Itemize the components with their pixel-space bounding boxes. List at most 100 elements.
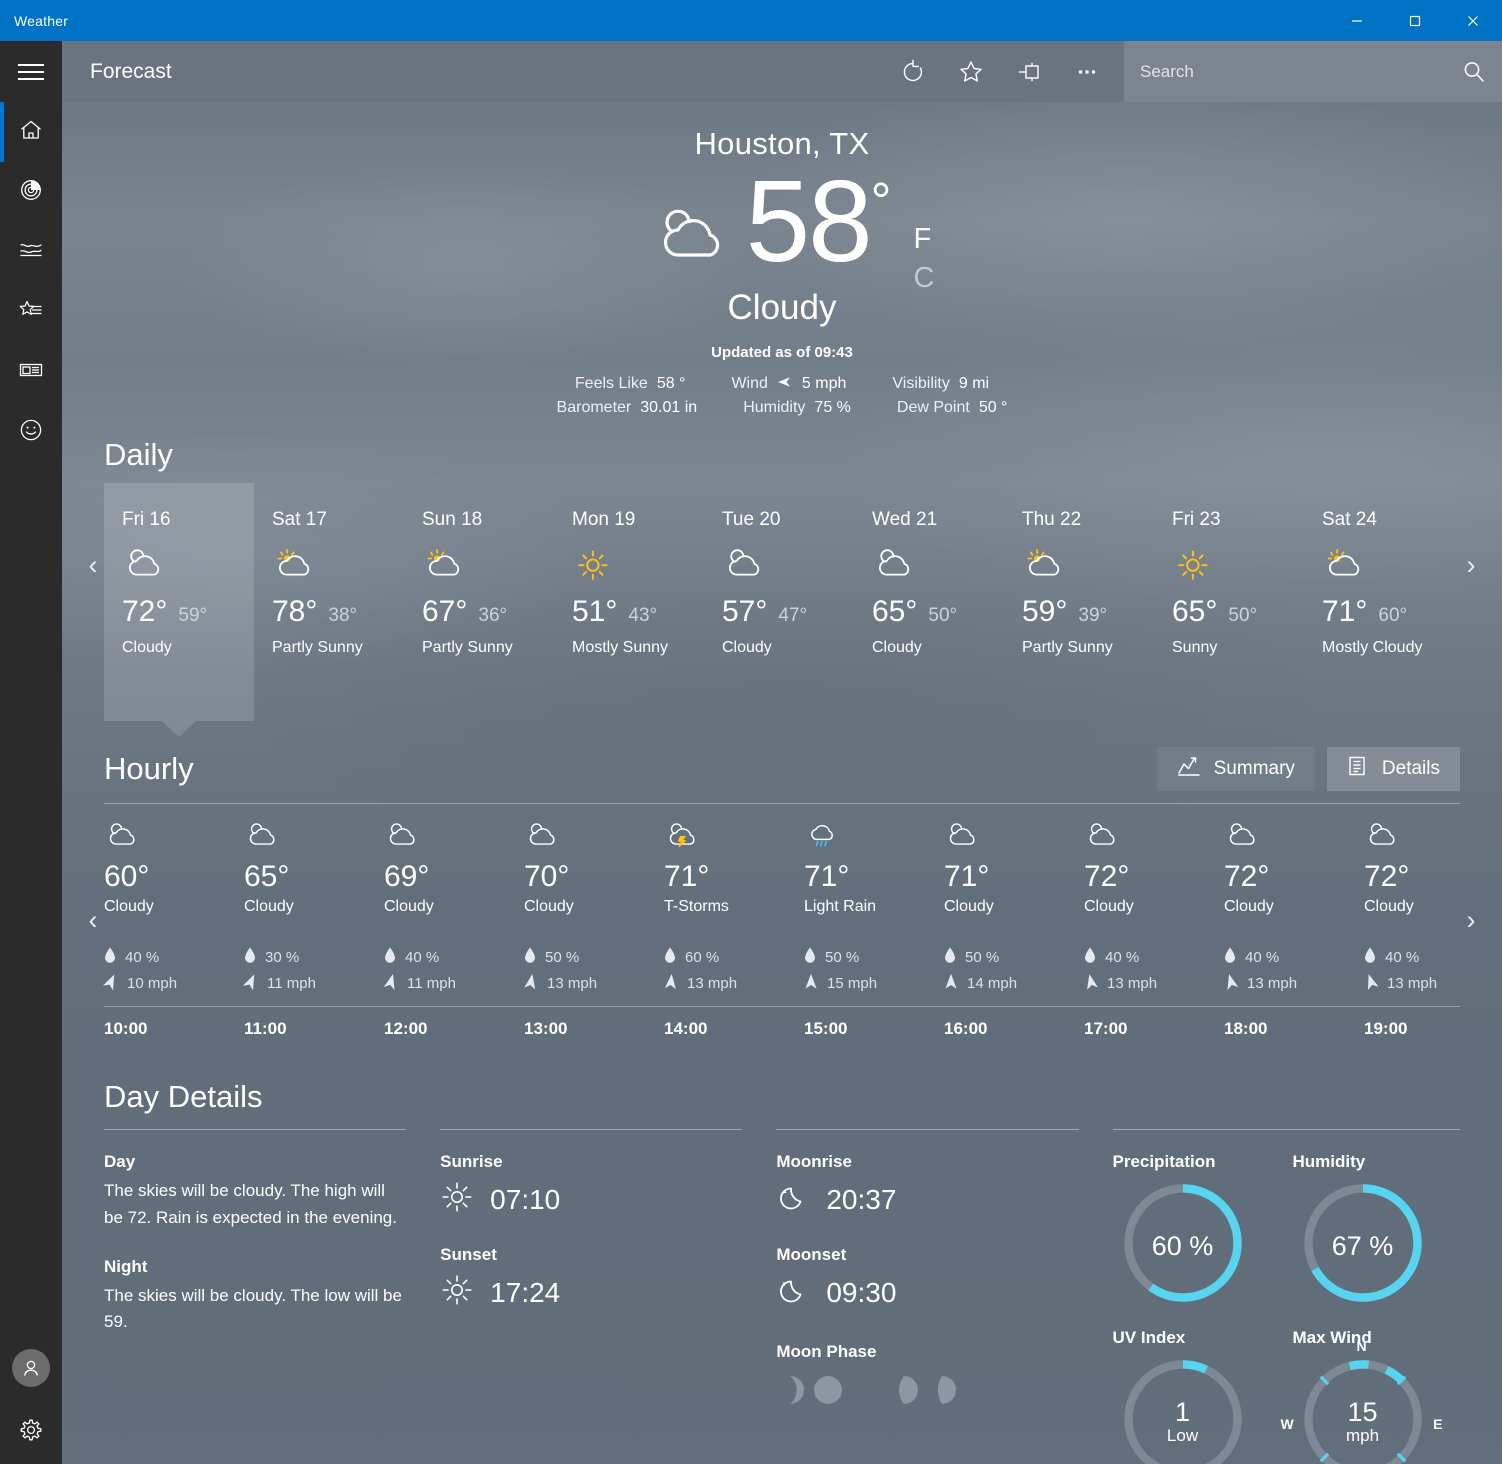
day-details-narrative-column: Day The skies will be cloudy. The high w… bbox=[104, 1129, 407, 1464]
daily-card[interactable]: Fri 16 72° 59° Cloudy bbox=[104, 483, 254, 738]
daily-high: 57° bbox=[722, 595, 768, 629]
hourly-precipitation: 50 % bbox=[524, 944, 664, 970]
current-conditions: 58 ° F C bbox=[62, 156, 1502, 298]
wind-direction-icon bbox=[1084, 973, 1098, 994]
hourly-wind: 15 mph bbox=[804, 970, 944, 996]
search-box[interactable] bbox=[1124, 41, 1502, 102]
daily-card[interactable]: Tue 20 57° 47° Cloudy bbox=[704, 483, 854, 721]
hourly-condition: Cloudy bbox=[1364, 898, 1414, 916]
hourly-time-label: 17:00 bbox=[1084, 1019, 1128, 1039]
daily-card[interactable]: Sun 18 67° 36° Partly Sunny bbox=[404, 483, 554, 721]
hourly-time-label: 11:00 bbox=[244, 1019, 287, 1039]
daily-card[interactable]: Fri 23 65° 50° Sunny bbox=[1154, 483, 1304, 721]
daily-card[interactable]: Thu 22 59° 39° Partly Sunny bbox=[1004, 483, 1154, 721]
daily-card[interactable]: Sat 17 78° 38° Partly Sunny bbox=[254, 483, 404, 721]
hourly-prev-arrow[interactable]: ‹ bbox=[80, 900, 106, 940]
hourly-card[interactable]: 71° T-Storms 60 % 13 mph bbox=[664, 804, 804, 996]
stat-label: Barometer bbox=[556, 399, 632, 417]
hourly-condition: Cloudy bbox=[1224, 898, 1274, 916]
sidebar-item-news[interactable] bbox=[0, 342, 62, 402]
daily-temps: 65° 50° bbox=[872, 595, 986, 629]
moonrise-icon bbox=[776, 1180, 810, 1219]
sidebar-item-settings[interactable] bbox=[0, 1400, 62, 1464]
hourly-precipitation: 40 % bbox=[1224, 944, 1364, 970]
sidebar-item-forecast[interactable] bbox=[0, 102, 62, 162]
hourly-card[interactable]: 65° Cloudy 30 % 11 mph bbox=[242, 804, 384, 996]
hourly-precip-value: 50 % bbox=[965, 948, 1000, 966]
hourly-precip-value: 40 % bbox=[1385, 948, 1420, 966]
sidebar-item-send-feedback[interactable] bbox=[0, 402, 62, 462]
hourly-card[interactable]: 70° Cloudy 50 % 13 mph bbox=[524, 804, 664, 996]
hourly-details-button[interactable]: Details bbox=[1326, 747, 1460, 792]
unit-fahrenheit[interactable]: F bbox=[913, 220, 934, 259]
hourly-summary-button[interactable]: Summary bbox=[1156, 747, 1315, 792]
raindrop-icon bbox=[1084, 947, 1096, 968]
sunny-icon bbox=[572, 543, 686, 587]
moonset-label: Moonset bbox=[776, 1245, 847, 1265]
favorite-star-icon[interactable] bbox=[942, 41, 1000, 102]
hourly-metrics: 50 % 15 mph bbox=[804, 944, 944, 996]
unit-celsius[interactable]: C bbox=[913, 259, 934, 298]
moon-phase-label: Moon Phase bbox=[776, 1342, 877, 1362]
daily-card[interactable]: Mon 19 51° 43° Mostly Sunny bbox=[554, 483, 704, 721]
unit-toggle[interactable]: F C bbox=[913, 220, 934, 298]
hourly-condition: T-Storms bbox=[664, 898, 729, 916]
gauge-label: Humidity bbox=[1292, 1152, 1366, 1172]
daily-temps: 71° 60° bbox=[1322, 595, 1436, 629]
daily-next-arrow[interactable]: › bbox=[1458, 545, 1484, 585]
hourly-metrics: 40 % 13 mph bbox=[1364, 944, 1502, 996]
moon-phase-row bbox=[776, 1376, 1078, 1409]
hourly-card[interactable]: 72° Cloudy 40 % 13 mph bbox=[1364, 804, 1502, 996]
hourly-temp: 60° bbox=[104, 860, 150, 894]
search-icon[interactable] bbox=[1446, 41, 1502, 102]
hourly-card[interactable]: 71° Cloudy 50 % 14 mph bbox=[944, 804, 1084, 996]
raindrop-icon bbox=[244, 947, 256, 968]
sidebar-item-account[interactable] bbox=[0, 1336, 62, 1400]
gauge-value: 67 % bbox=[1331, 1231, 1394, 1262]
hourly-metrics: 40 % 13 mph bbox=[1224, 944, 1364, 996]
gauge-readout: 15 mph bbox=[1293, 1354, 1433, 1464]
command-bar: Forecast bbox=[0, 41, 1502, 102]
hourly-time-label: 10:00 bbox=[104, 1019, 148, 1039]
daily-card[interactable]: Sat 24 71° 60° Mostly Cloudy bbox=[1304, 483, 1454, 721]
sidebar-item-historical-weather[interactable] bbox=[0, 222, 62, 282]
hourly-card[interactable]: 71° Light Rain 50 % 15 mph bbox=[804, 804, 944, 996]
hourly-card[interactable]: 72° Cloudy 40 % 13 mph bbox=[1224, 804, 1364, 996]
hourly-precipitation: 30 % bbox=[244, 944, 384, 970]
hourly-time-label: 15:00 bbox=[804, 1019, 848, 1039]
forecast-content: Houston, TX 58 ° F C Cloudy Updated as o… bbox=[62, 102, 1502, 1464]
search-input[interactable] bbox=[1124, 61, 1446, 82]
hourly-card[interactable]: 60° Cloudy 40 % 10 mph bbox=[102, 804, 244, 996]
cloudy-icon bbox=[1084, 818, 1224, 854]
hourly-time-label: 16:00 bbox=[944, 1019, 988, 1039]
hourly-card[interactable]: 72° Cloudy 40 % 13 mph bbox=[1084, 804, 1224, 996]
window-title: Weather bbox=[14, 12, 69, 29]
maximize-button[interactable] bbox=[1386, 0, 1444, 41]
hourly-precipitation: 40 % bbox=[1084, 944, 1224, 970]
hourly-wind-value: 13 mph bbox=[1247, 974, 1298, 992]
hourly-precip-value: 40 % bbox=[1105, 948, 1140, 966]
stat-humidity: Humidity 75 % bbox=[743, 399, 851, 417]
pin-icon[interactable] bbox=[1000, 41, 1058, 102]
wind-arrow-icon bbox=[777, 375, 793, 393]
hourly-card[interactable]: 69° Cloudy 40 % 11 mph bbox=[383, 804, 524, 996]
daily-card[interactable]: Wed 21 65° 50° Cloudy bbox=[854, 483, 1004, 721]
temperature-value: 58 bbox=[745, 156, 873, 286]
raindrop-icon bbox=[1364, 947, 1376, 968]
sidebar-item-favorites[interactable] bbox=[0, 282, 62, 342]
wind-direction-icon bbox=[102, 973, 118, 994]
minimize-button[interactable] bbox=[1328, 0, 1386, 41]
column-rule bbox=[440, 1129, 743, 1131]
hourly-wind: 13 mph bbox=[1084, 970, 1224, 996]
stat-label: Visibility bbox=[892, 375, 950, 393]
refresh-icon[interactable] bbox=[884, 41, 942, 102]
hamburger-menu-icon[interactable] bbox=[0, 41, 62, 102]
daily-prev-arrow[interactable]: ‹ bbox=[80, 545, 106, 585]
daily-day-label: Mon 19 bbox=[572, 509, 636, 531]
wind-direction-icon bbox=[242, 973, 258, 994]
stat-value: 5 mph bbox=[801, 375, 847, 393]
more-options-icon[interactable] bbox=[1058, 41, 1116, 102]
close-button[interactable] bbox=[1444, 0, 1502, 41]
moonset-icon bbox=[776, 1273, 810, 1312]
sidebar-item-maps[interactable] bbox=[0, 162, 62, 222]
